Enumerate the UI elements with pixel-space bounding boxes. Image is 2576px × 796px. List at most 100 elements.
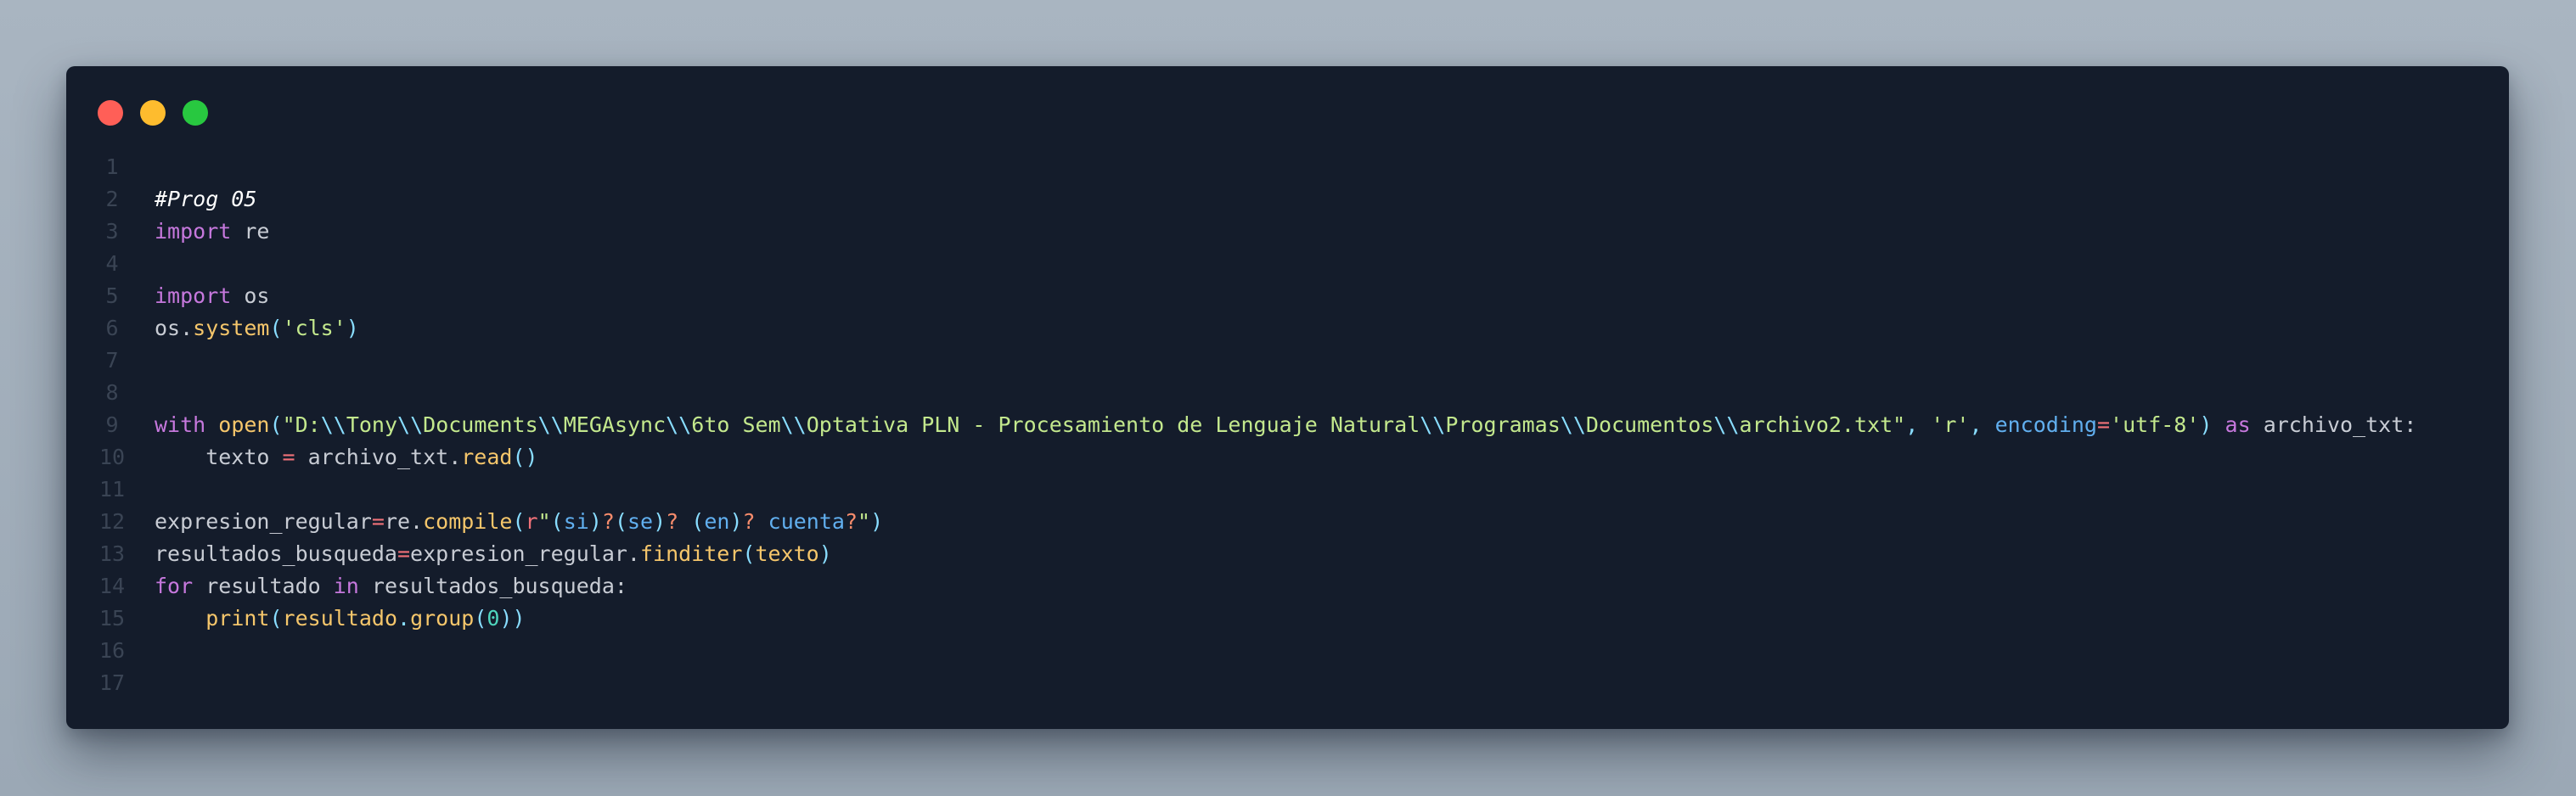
code-line-text: import re xyxy=(139,216,269,248)
code-line: 7 xyxy=(85,345,2416,377)
code-line-text: for resultado in resultados_busqueda: xyxy=(139,570,627,603)
code-token: = xyxy=(397,541,411,566)
code-token: , xyxy=(1969,412,1995,437)
code-token: () xyxy=(512,445,538,469)
code-token: \\ xyxy=(1420,412,1446,437)
code-token: ( xyxy=(742,541,756,566)
code-token: , xyxy=(1905,412,1932,437)
code-token: print xyxy=(205,606,270,631)
code-token: se xyxy=(627,509,654,534)
code-token: 'r' xyxy=(1931,412,1970,437)
code-line: 5 import os xyxy=(85,280,2416,312)
window-controls xyxy=(98,100,208,126)
close-dot-icon[interactable] xyxy=(98,100,123,126)
code-token: ( xyxy=(512,509,526,534)
line-number: 2 xyxy=(105,187,119,211)
line-number: 1 xyxy=(105,154,119,179)
code-token: re xyxy=(231,219,270,244)
code-line-text: import os xyxy=(139,280,269,312)
code-token: Programas xyxy=(1445,412,1561,437)
code-line-text: os.system('cls') xyxy=(139,312,359,345)
code-line: 3 import re xyxy=(85,216,2416,248)
code-token: in xyxy=(333,574,359,598)
code-line: 1 xyxy=(85,151,2416,183)
code-token: ( xyxy=(691,509,705,534)
code-line: 6 os.system('cls') xyxy=(85,312,2416,345)
code-line-text: with open("D:\\Tony\\Documents\\MEGAsync… xyxy=(139,409,2416,441)
code-token: ) xyxy=(2199,412,2213,437)
code-token: with xyxy=(155,412,206,437)
code-token: read xyxy=(461,445,513,469)
code-line: 10 texto = archivo_txt.read() xyxy=(85,441,2416,474)
code-token: 'utf-8' xyxy=(2110,412,2200,437)
code-token: "D: xyxy=(282,412,321,437)
line-number: 8 xyxy=(105,380,119,405)
code-token: ) xyxy=(870,509,884,534)
code-token: . xyxy=(397,606,411,631)
code-token: en xyxy=(704,509,730,534)
code-token: ( xyxy=(269,606,283,631)
code-token: \\ xyxy=(1560,412,1586,437)
code-token: ( xyxy=(474,606,487,631)
code-line: 11 xyxy=(85,474,2416,506)
minimize-dot-icon[interactable] xyxy=(140,100,166,126)
code-token: ) xyxy=(818,541,832,566)
line-number: 10 xyxy=(98,445,126,469)
maximize-dot-icon[interactable] xyxy=(183,100,208,126)
code-token: \\ xyxy=(537,412,564,437)
code-token: \\ xyxy=(320,412,346,437)
code-line-text: expresion_regular=re.compile(r"(si)?(se)… xyxy=(139,506,883,538)
code-window: 1 2 #Prog 05 3 import re 4 5 import os 6 os.syste… xyxy=(66,66,2509,729)
code-token: )) xyxy=(499,606,526,631)
code-token: \\ xyxy=(780,412,807,437)
code-line: 16 xyxy=(85,635,2416,667)
code-token: expresion_regular. xyxy=(410,541,640,566)
line-number: 17 xyxy=(98,670,126,695)
line-number: 16 xyxy=(98,638,126,663)
line-number: 15 xyxy=(98,606,126,631)
code-token: resultado xyxy=(282,606,398,631)
code-token: os xyxy=(231,283,270,308)
code-token: resultados_busqueda xyxy=(155,541,397,566)
code-token: ) xyxy=(653,509,666,534)
line-number: 11 xyxy=(98,477,126,502)
line-number: 9 xyxy=(105,412,119,437)
code-line: 8 xyxy=(85,377,2416,409)
code-token: 0 xyxy=(487,606,500,631)
line-number: 5 xyxy=(105,283,119,308)
line-number: 6 xyxy=(105,316,119,340)
code-token: ? xyxy=(742,509,756,534)
code-token: expresion_regular xyxy=(155,509,372,534)
code-token: Documents xyxy=(423,412,538,437)
code-editor: 1 2 #Prog 05 3 import re 4 5 import os 6 os.syste… xyxy=(85,151,2416,699)
code-line: 17 xyxy=(85,667,2416,699)
code-token: " xyxy=(537,509,551,534)
code-token: ( xyxy=(550,509,564,534)
code-line: 15 print(resultado.group(0)) xyxy=(85,603,2416,635)
code-token: finditer xyxy=(639,541,743,566)
code-line: 2 #Prog 05 xyxy=(85,183,2416,216)
line-number: 3 xyxy=(105,219,119,244)
code-line-text: texto = archivo_txt.read() xyxy=(139,441,538,474)
code-token: ? xyxy=(601,509,615,534)
code-token: = xyxy=(2096,412,2111,437)
code-token: 'cls' xyxy=(282,316,346,340)
code-token: = xyxy=(371,509,385,534)
code-token: MEGAsync xyxy=(563,412,666,437)
code-token: ) xyxy=(729,509,743,534)
code-token: \\ xyxy=(666,412,692,437)
code-token: ) xyxy=(588,509,602,534)
code-line-text: resultados_busqueda=expresion_regular.fi… xyxy=(139,538,832,570)
code-token: ( xyxy=(269,412,283,437)
code-token: 6to Sem xyxy=(691,412,781,437)
line-number: 7 xyxy=(105,348,119,373)
code-token: compile xyxy=(423,509,513,534)
